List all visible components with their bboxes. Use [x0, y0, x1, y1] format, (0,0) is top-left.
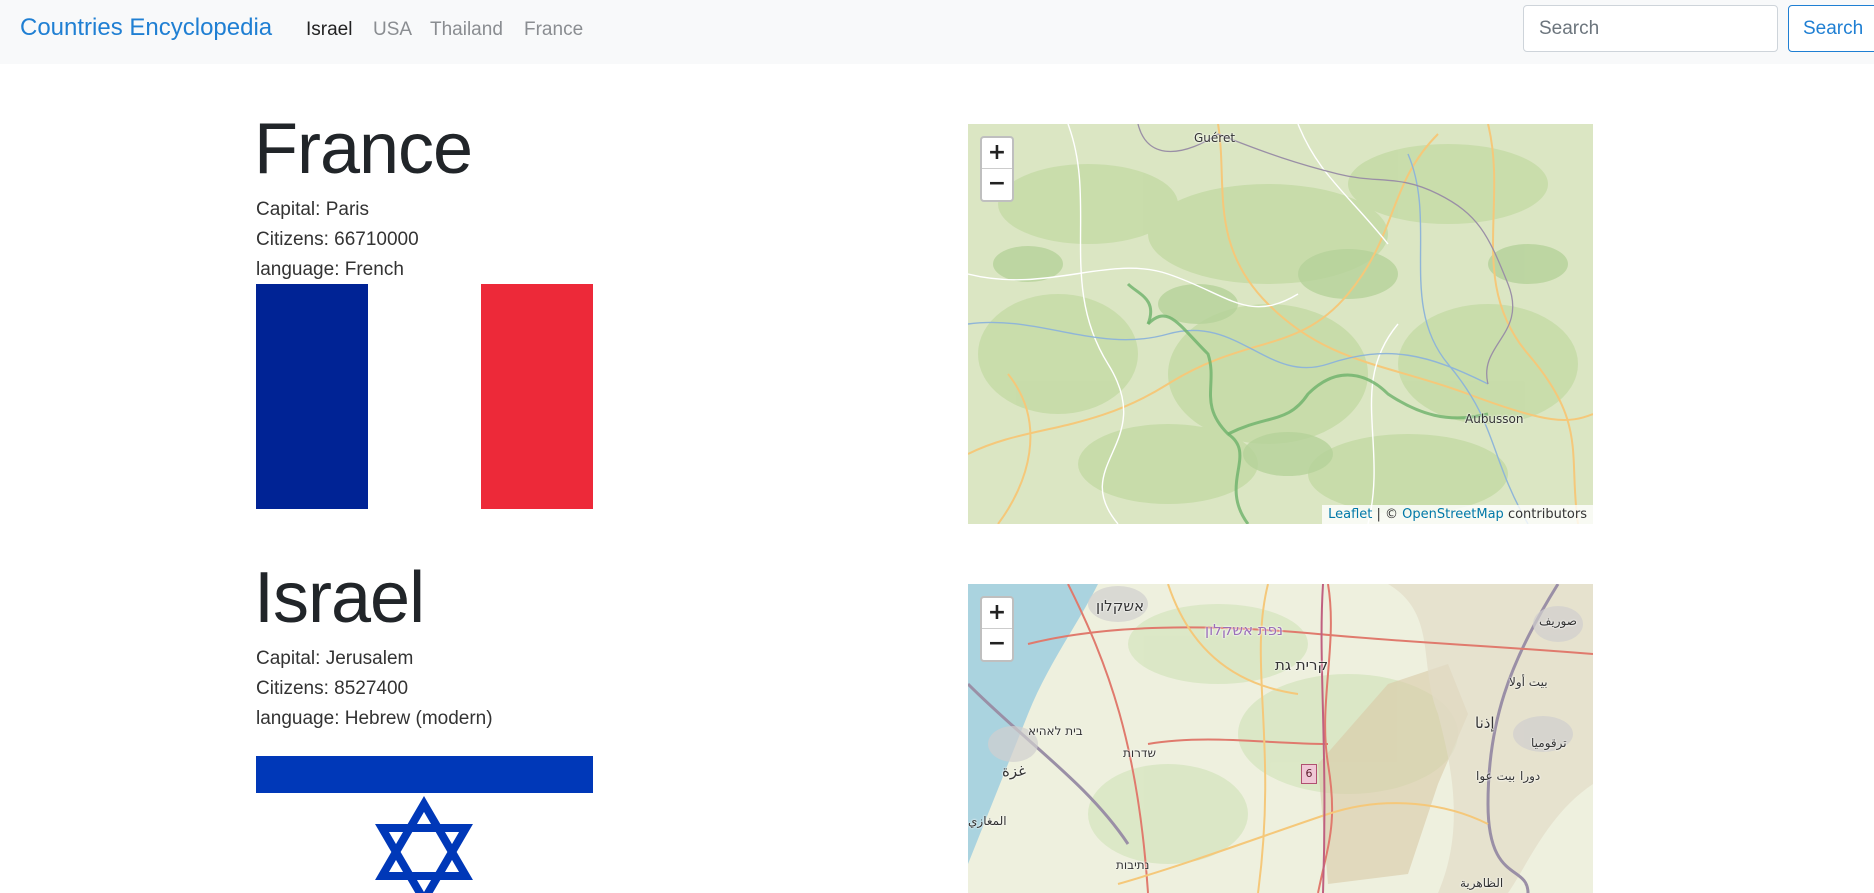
map-attribution: Leaflet | © OpenStreetMap contributors — [1322, 505, 1593, 524]
map-place-label: بيت أولا — [1509, 675, 1548, 689]
map-place-label: بيت عوا — [1476, 769, 1516, 783]
navbar: Countries Encyclopedia Israel USA Thaila… — [0, 0, 1874, 64]
capital-text: Capital: Jerusalem — [256, 648, 414, 669]
nav-link-france[interactable]: France — [524, 19, 583, 41]
language-text: language: Hebrew (modern) — [256, 708, 493, 729]
search-button[interactable]: Search — [1788, 5, 1874, 52]
flag-image-france — [256, 284, 593, 509]
map-tiles — [968, 124, 1593, 524]
zoom-in-button[interactable]: + — [982, 598, 1012, 629]
brand-link[interactable]: Countries Encyclopedia — [20, 14, 272, 42]
star-of-david-icon — [375, 796, 473, 893]
language-text: language: French — [256, 259, 404, 280]
citizens-text: Citizens: 8527400 — [256, 678, 409, 699]
country-name: France — [254, 109, 473, 189]
nav-link-usa[interactable]: USA — [373, 19, 412, 41]
zoom-out-button[interactable]: − — [982, 169, 1012, 200]
map-place-label: קרית גת — [1275, 656, 1329, 674]
map-place-label: נפת אשקלון — [1205, 621, 1283, 639]
zoom-out-button[interactable]: − — [982, 629, 1012, 660]
map-france[interactable]: Guéret Aubusson + − Leaflet | © OpenStre… — [968, 124, 1593, 524]
map-place-label: שדרות — [1123, 746, 1156, 760]
nav-link-thailand[interactable]: Thailand — [430, 19, 503, 41]
map-place-label: صوريف — [1539, 614, 1577, 628]
leaflet-link[interactable]: Leaflet — [1328, 507, 1372, 522]
zoom-control: + − — [980, 136, 1014, 202]
search-input[interactable] — [1523, 5, 1778, 52]
flag-image-israel — [256, 756, 593, 893]
zoom-in-button[interactable]: + — [982, 138, 1012, 169]
map-place-label: المغازي — [968, 814, 1007, 828]
map-place-label: בית לאהיא — [1028, 724, 1083, 738]
attribution-separator: | © — [1372, 507, 1403, 522]
attribution-suffix: contributors — [1503, 507, 1587, 522]
map-place-label: אשקלון — [1096, 597, 1144, 615]
map-place-label: إذنا — [1475, 714, 1495, 732]
flag-stripe-blue — [256, 284, 368, 509]
map-place-label: غزة — [1002, 762, 1026, 780]
map-place-label: الظاهرية — [1460, 876, 1504, 890]
zoom-control: + − — [980, 596, 1014, 662]
map-place-label: Guéret — [1194, 131, 1236, 145]
country-name: Israel — [254, 558, 425, 638]
flag-stripe-red — [481, 284, 593, 509]
road-shield-icon: 6 — [1301, 764, 1317, 784]
capital-text: Capital: Paris — [256, 199, 369, 220]
osm-link[interactable]: OpenStreetMap — [1402, 507, 1504, 522]
map-israel[interactable]: אשקלון נפת אשקלון קרית גת בית לאהיא שדרו… — [968, 584, 1593, 893]
flag-stripe-white — [368, 284, 481, 509]
map-place-label: נתיבות — [1116, 858, 1150, 872]
citizens-text: Citizens: 66710000 — [256, 229, 419, 250]
map-place-label: دورا — [1520, 769, 1541, 783]
map-place-label: Aubusson — [1465, 412, 1524, 426]
nav-link-israel[interactable]: Israel — [306, 19, 352, 41]
map-place-label: ترقوميا — [1531, 736, 1567, 750]
